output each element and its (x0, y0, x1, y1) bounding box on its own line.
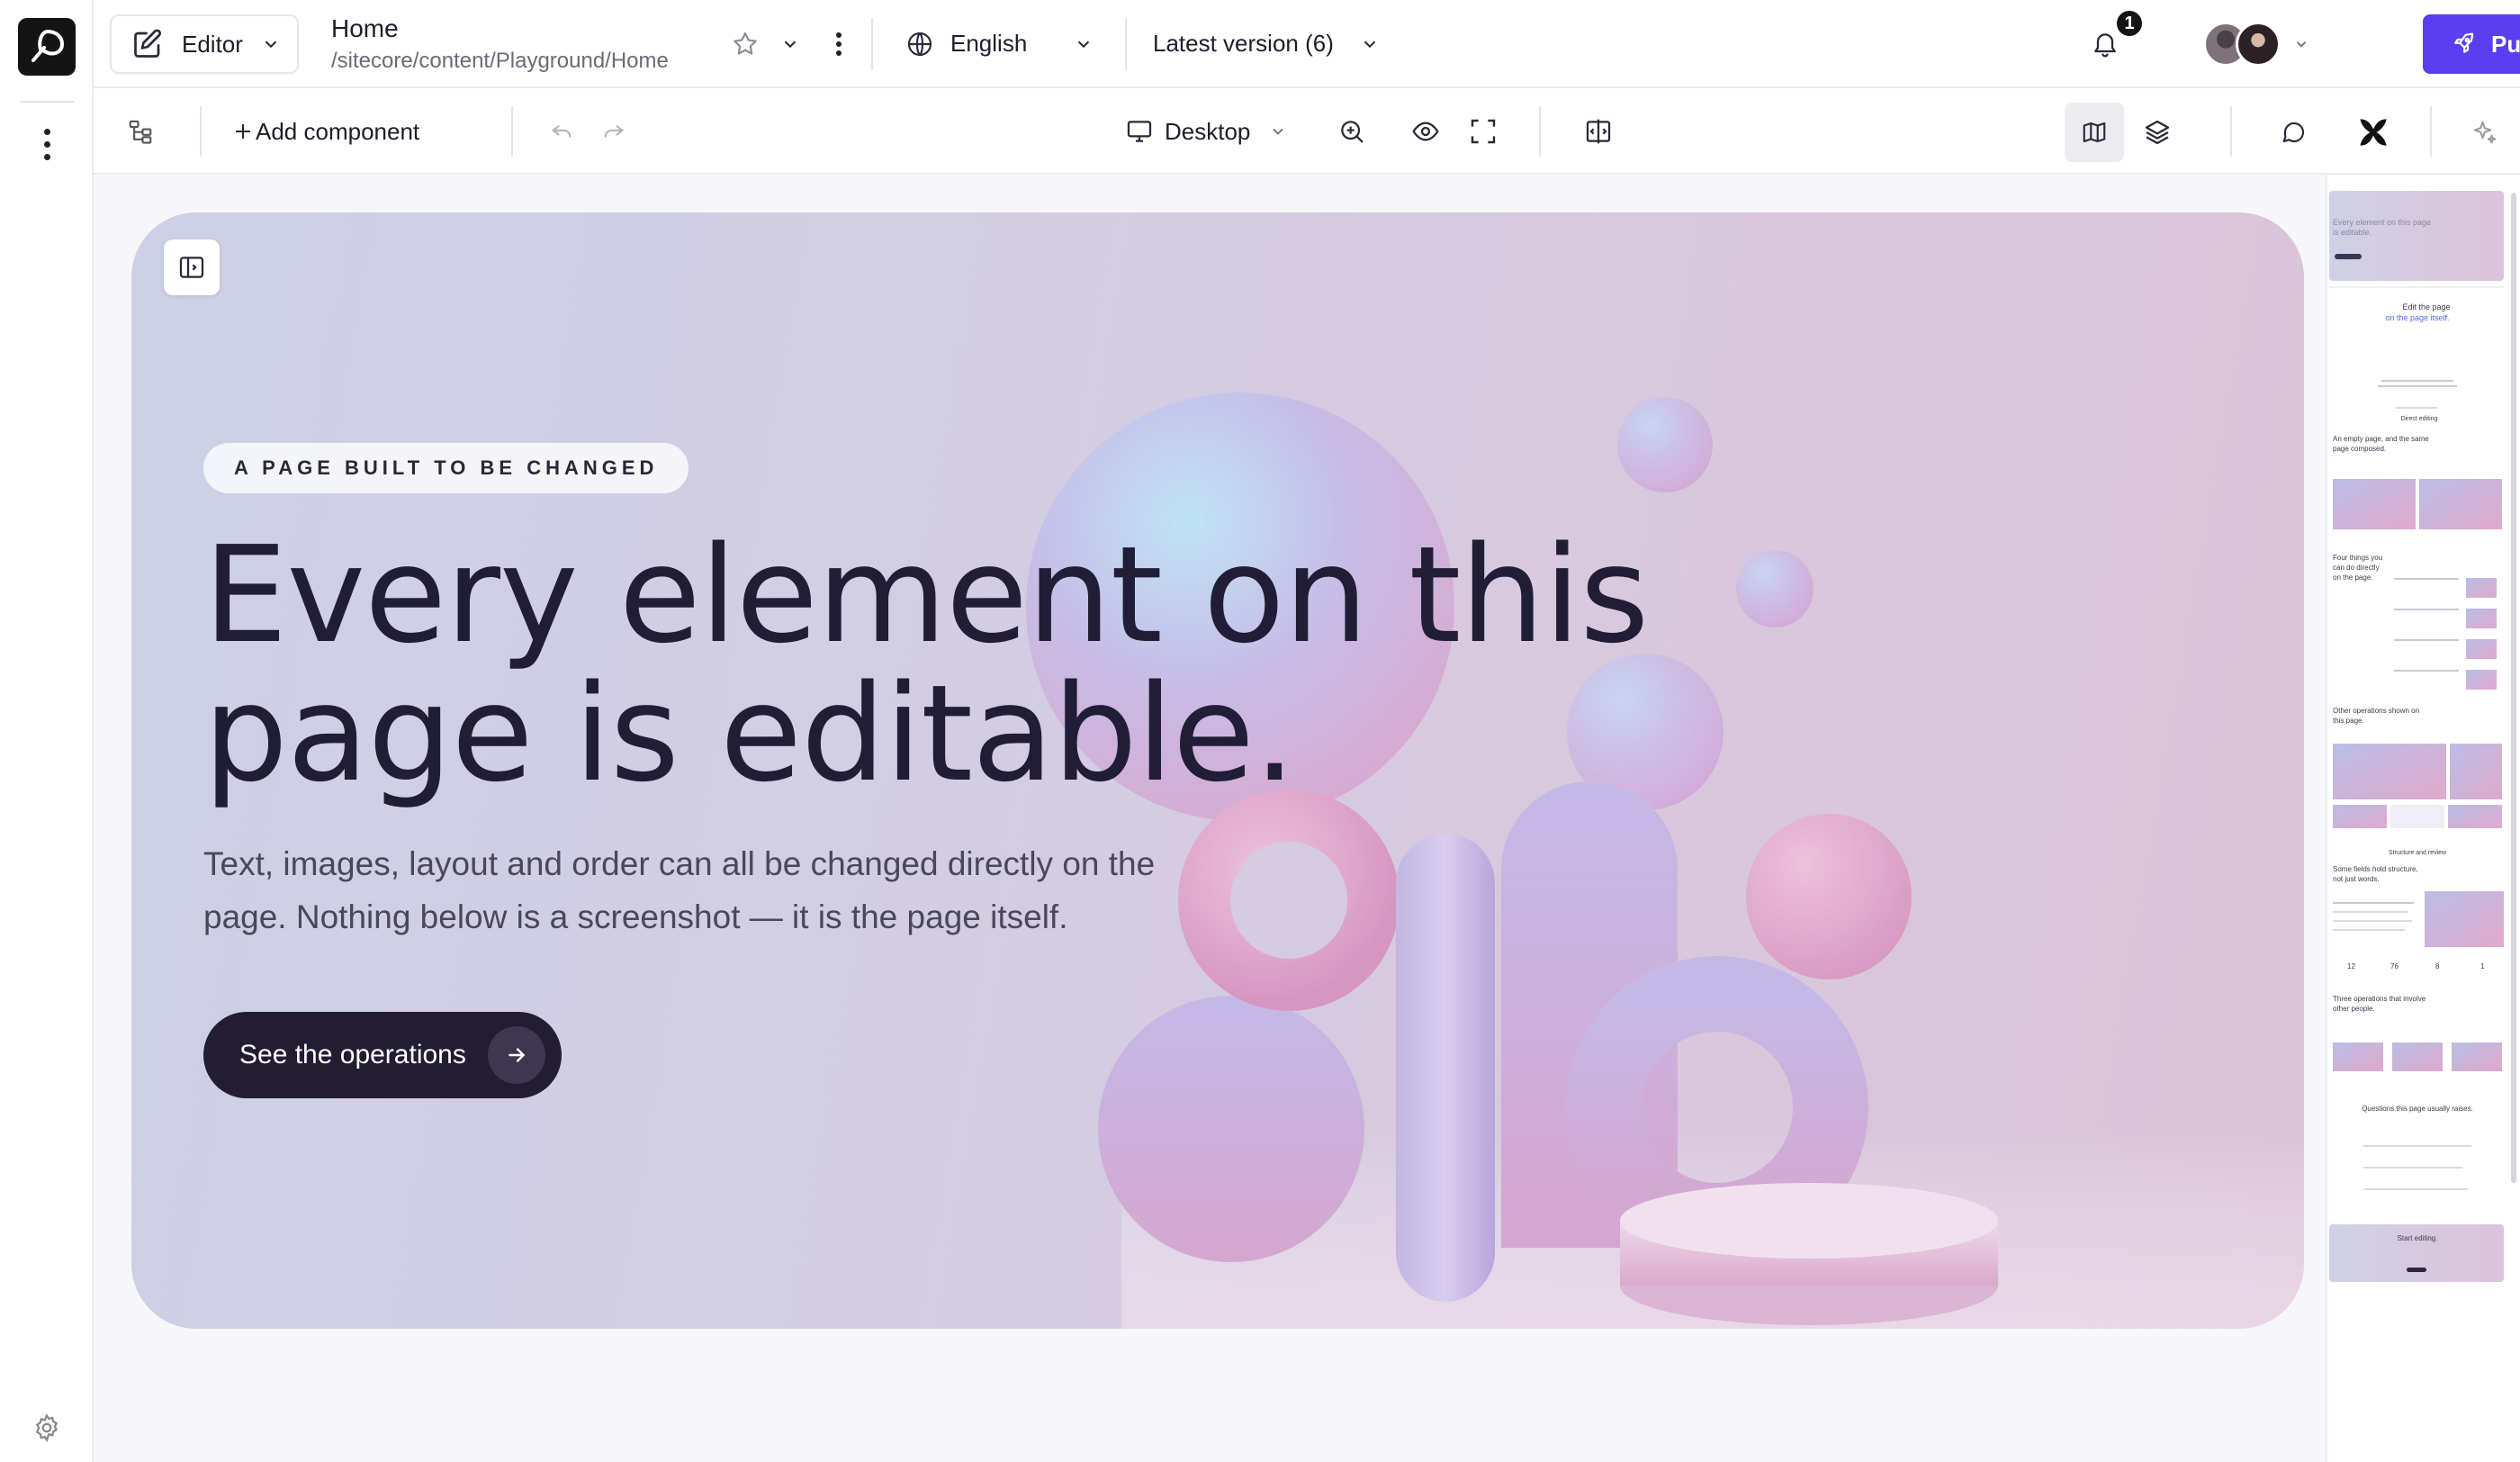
toolbar-divider (2230, 106, 2232, 157)
mode-switcher-button[interactable]: Editor (110, 14, 299, 74)
page-map-icon[interactable] (2065, 103, 2124, 162)
plus-icon[interactable] (227, 115, 259, 148)
pencil-square-icon (134, 29, 162, 58)
language-selector[interactable]: English (950, 30, 1027, 58)
publish-label: Publish (2491, 30, 2520, 58)
toolbar-divider (2430, 106, 2432, 157)
cta-label: See the operations (239, 1040, 466, 1069)
mode-label: Editor (182, 30, 243, 58)
settings-gear-icon[interactable] (29, 1410, 65, 1446)
page-title: Home (331, 14, 399, 42)
globe-icon[interactable] (902, 26, 938, 62)
undo-icon[interactable] (545, 115, 578, 148)
minimap-section-2-label: Direct editing (2400, 416, 2438, 422)
favorite-star-icon[interactable] (727, 26, 763, 62)
device-selector[interactable]: Desktop (1165, 118, 1250, 146)
notification-count-badge: 1 (2115, 9, 2144, 38)
page-minimap[interactable]: Every element on this page is editable. … (2326, 175, 2520, 1462)
publish-button[interactable]: Publish (2423, 14, 2520, 74)
minimap-section-5-title: Other operations shown on this page. (2333, 707, 2420, 725)
redo-icon[interactable] (598, 115, 630, 148)
version-selector[interactable]: Latest version (6) (1153, 30, 1334, 58)
page-path: /sitecore/content/Playground/Home (331, 49, 669, 73)
sparkle-icon[interactable] (2466, 113, 2504, 151)
minimap-stat-3: 8 (2435, 962, 2440, 970)
minimap-section-4-title: Four things you can do directly on the p… (2333, 554, 2383, 582)
minimap-section-1-accent: on the page itself. (2385, 313, 2450, 322)
add-component-button[interactable]: Add component (256, 118, 419, 146)
minimap-stat-1: 12 (2347, 962, 2355, 970)
version-chevron-down-icon[interactable] (1352, 26, 1388, 62)
hero-headline-line-2: page is editable. (203, 656, 1296, 811)
page-canvas: A PAGE BUILT TO BE CHANGED Every element… (94, 175, 2326, 1462)
minimap-scrollbar[interactable] (2511, 193, 2516, 1183)
editor-toolbar: Add component Desktop (94, 88, 2520, 175)
minimap-section-8-title: Three operations that involve other peop… (2333, 995, 2426, 1013)
toolbar-divider (1539, 106, 1541, 157)
hero-section[interactable]: A PAGE BUILT TO BE CHANGED Every element… (131, 212, 2304, 1329)
rail-divider (20, 101, 74, 103)
hero-subtext-line-1: Text, images, layout and order can all b… (203, 845, 1156, 882)
toolbar-divider (200, 106, 202, 157)
see-operations-button[interactable]: See the operations (203, 1012, 562, 1098)
hero-subtext: Text, images, layout and order can all b… (203, 837, 1301, 943)
top-header: Editor Home /sitecore/content/Playground… (94, 0, 2520, 88)
chevron-down-icon (265, 41, 277, 49)
hero-subtext-line-2: page. Nothing below is a screenshot — it… (203, 898, 1068, 935)
compare-versions-icon[interactable] (1580, 113, 1616, 149)
zoom-in-icon[interactable] (1334, 113, 1370, 149)
left-rail (0, 0, 94, 1462)
language-chevron-down-icon[interactable] (1066, 26, 1102, 62)
rocket-icon (2454, 32, 2474, 53)
device-chevron-down-icon[interactable] (1262, 115, 1294, 148)
minimap-stat-2: 76 (2390, 962, 2398, 970)
ai-assistant-icon[interactable] (2351, 110, 2396, 155)
more-menu-icon[interactable] (34, 126, 59, 162)
preview-eye-icon[interactable] (1408, 113, 1444, 149)
minimap-section-3-title: An empty page, and the same page compose… (2333, 435, 2429, 453)
collaborator-avatar[interactable] (2236, 22, 2281, 67)
minimap-section-10-title: Start editing. (2397, 1234, 2438, 1242)
desktop-monitor-icon[interactable] (1121, 113, 1157, 149)
header-divider (1125, 18, 1127, 70)
hero-headline-line-1: Every element on this (203, 518, 1649, 672)
header-divider (871, 18, 873, 70)
minimap-section-9-title: Questions this page usually raises. (2362, 1105, 2473, 1113)
fullscreen-icon[interactable] (1465, 113, 1501, 149)
app-logo-icon[interactable] (18, 18, 76, 76)
users-chevron-down-icon[interactable] (2288, 31, 2315, 58)
minimap-section-6-label: Structure and review (2388, 850, 2447, 856)
minimap-thumbnail (2329, 191, 2504, 1282)
toolbar-divider (511, 106, 513, 157)
minimap-stat-4: 1 (2480, 962, 2485, 970)
sidebar-toggle-icon[interactable] (164, 239, 220, 295)
minimap-section-7-title: Some fields hold structure, not just wor… (2333, 865, 2418, 883)
content-tree-icon[interactable] (121, 112, 160, 151)
arrow-right-icon (487, 1026, 545, 1084)
page-more-kebab-icon[interactable] (821, 26, 857, 62)
minimap-section-1-title: Edit the page (2402, 302, 2451, 311)
page-options-chevron-icon[interactable] (772, 26, 808, 62)
comments-icon[interactable] (2275, 113, 2313, 151)
minimap-hero-text: Every element on this page is editable. (2333, 218, 2432, 237)
hero-eyebrow-badge: A PAGE BUILT TO BE CHANGED (203, 443, 689, 493)
hero-headline: Every element on this page is editable. (203, 526, 1733, 803)
layers-icon[interactable] (2137, 112, 2178, 153)
